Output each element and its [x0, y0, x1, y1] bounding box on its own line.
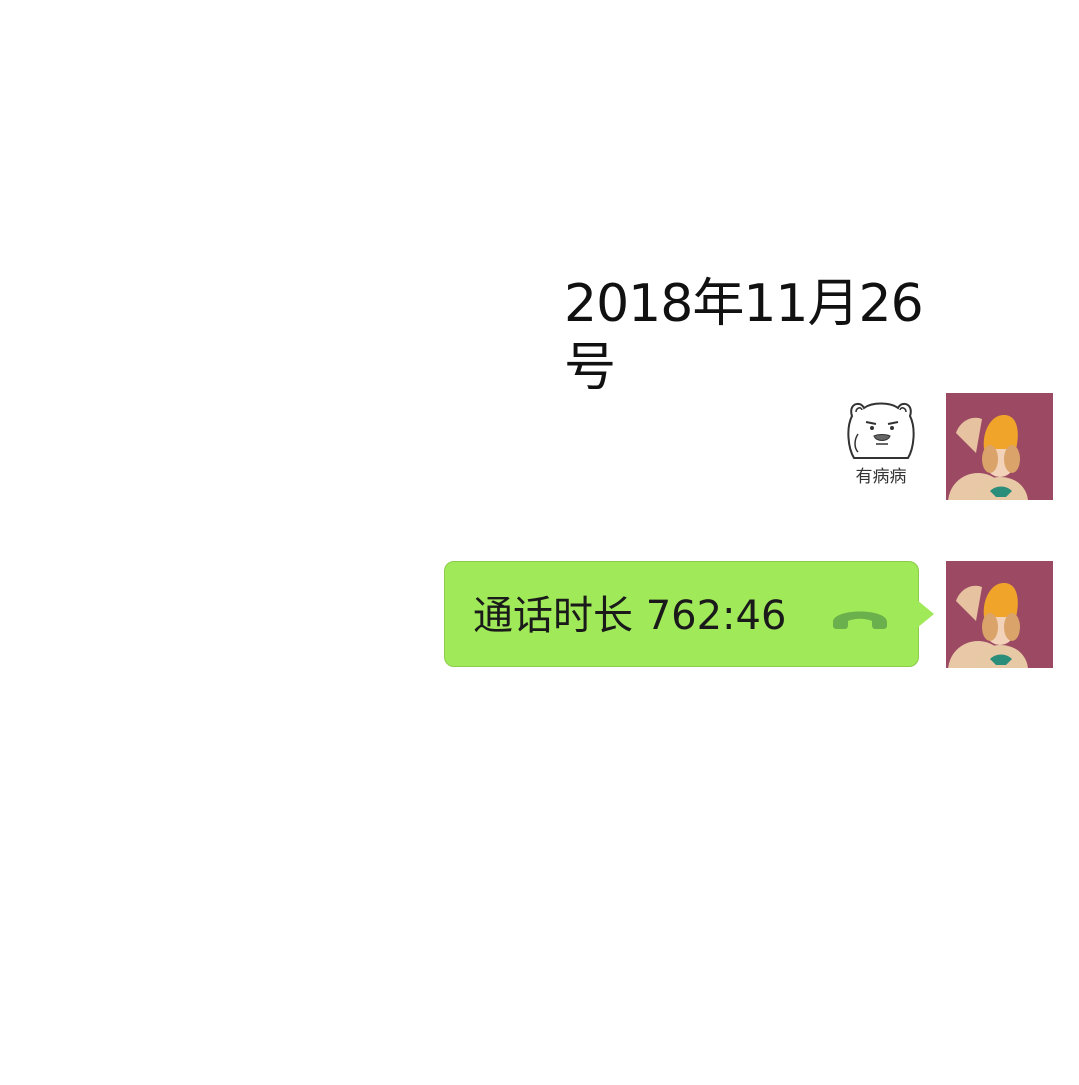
date-header: 2018年11月26号	[540, 272, 960, 400]
phone-hangup-icon	[833, 611, 887, 629]
bear-sticker-icon	[847, 402, 915, 459]
call-message-bubble[interactable]: 通话时长 762:46	[444, 561, 919, 667]
sticker-caption: 有病病	[855, 467, 907, 487]
avatar[interactable]	[946, 561, 1053, 668]
avatar-photo	[946, 561, 1053, 668]
avatar-photo	[946, 393, 1053, 500]
sticker-message[interactable]: 有病病	[838, 394, 924, 500]
bubble-tail	[917, 600, 934, 628]
call-duration-text: 通话时长 762:46	[473, 593, 787, 639]
date-header-text: 2018年11月26号	[564, 274, 924, 398]
avatar[interactable]	[946, 393, 1053, 500]
